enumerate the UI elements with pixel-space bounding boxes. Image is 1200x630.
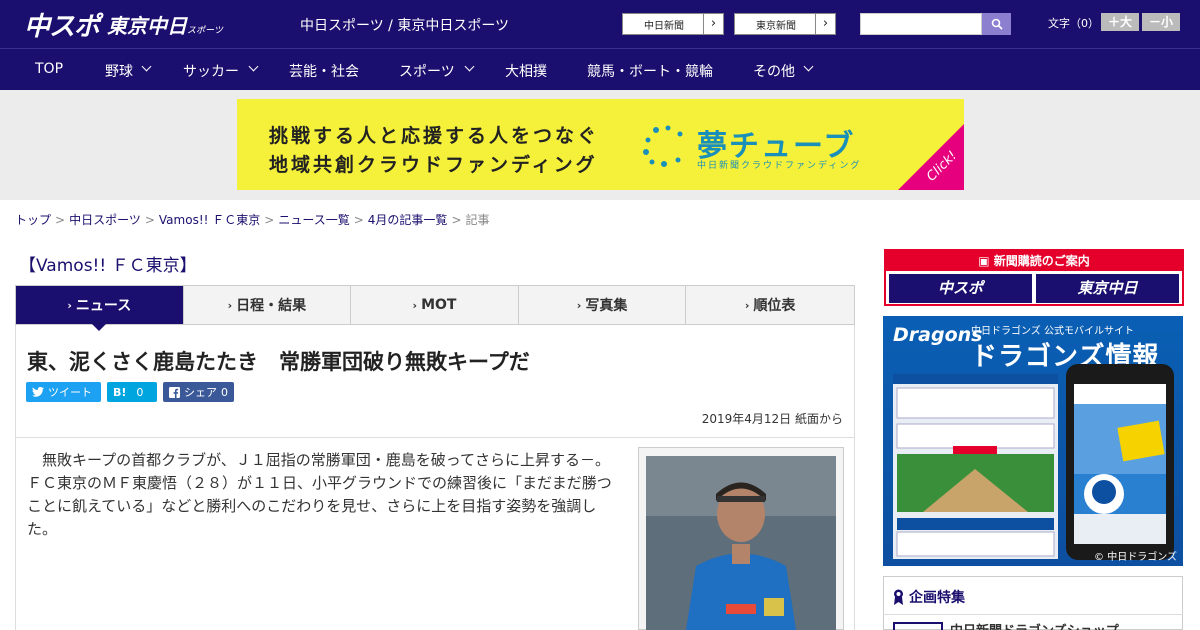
dragons-logo: Dragons: [893, 324, 983, 346]
font-smaller-button[interactable]: －小: [1142, 13, 1180, 31]
hatena-icon: B!: [113, 385, 127, 399]
chevron-right-icon: ›: [67, 298, 72, 312]
breadcrumb-april-list[interactable]: 4月の記事一覧: [368, 213, 448, 227]
chevron-down-icon: [141, 61, 152, 72]
chevron-right-icon: ›: [744, 298, 750, 312]
breadcrumb-top[interactable]: トップ: [15, 213, 51, 227]
nav-top[interactable]: TOP: [35, 61, 63, 77]
chevron-down-icon: [803, 61, 814, 72]
chevron-right-icon: ›: [576, 298, 582, 312]
nav-entertainment[interactable]: 芸能・社会: [289, 61, 359, 81]
tweet-button[interactable]: ツイート: [26, 382, 101, 402]
font-larger-button[interactable]: ＋大: [1101, 13, 1139, 31]
chevron-right-icon: ›: [412, 298, 418, 312]
section-tabs: › ニュース › 日程・結果 › MOT › 写真集 › 順位表: [15, 285, 855, 331]
font-size-label: 文字（0）: [1048, 17, 1099, 30]
nav-sports[interactable]: スポーツ: [399, 61, 455, 81]
dots-icon: [643, 125, 683, 167]
phone-mockup: [1066, 364, 1174, 560]
ribbon-icon: [894, 589, 903, 605]
subscription-box[interactable]: ▣ 新聞購読のご案内 中スポ 東京中日: [884, 249, 1184, 306]
shop-thumbnail[interactable]: [893, 622, 943, 630]
newspaper-icon: ▣: [978, 254, 994, 268]
article-date: 2019年4月12日 紙面から: [701, 412, 843, 426]
subscription-header: ▣ 新聞購読のご案内: [886, 251, 1182, 271]
dragons-copyright: © 中日ドラゴンズ: [1094, 552, 1177, 563]
tokyo-shimbun-link[interactable]: 東京新聞 ›: [734, 13, 836, 35]
nav-sumo[interactable]: 大相撲: [505, 61, 547, 81]
dragons-ad-subtitle: 中日ドラゴンズ 公式モバイルサイト: [971, 326, 1134, 337]
chevron-down-icon: [248, 61, 259, 72]
nav-other[interactable]: その他: [753, 61, 795, 81]
facebook-icon: [169, 386, 180, 398]
dragons-mobile-ad[interactable]: Dragons 中日ドラゴンズ 公式モバイルサイト ドラゴンズ情報 © 中日ドラ…: [883, 316, 1183, 566]
logo-chuspo: 中スポ: [24, 11, 100, 42]
breadcrumb: トップ > 中日スポーツ > Vamos!! ＦＣ東京 > ニュース一覧 >4月の記事一覧 > 記…: [15, 213, 490, 227]
chunichi-shimbun-link[interactable]: 中日新聞 ›: [622, 13, 724, 35]
crowdfunding-banner[interactable]: 挑戦する人と応援する人をつなぐ 地域共創クラウドファンディング 夢チューブ 中日…: [237, 99, 964, 190]
section-title[interactable]: 【Vamos!! ＦＣ東京】: [19, 251, 197, 276]
breadcrumb-news-list[interactable]: ニュース一覧: [278, 213, 349, 227]
search-icon: [991, 18, 1003, 30]
dragons-shop-link[interactable]: 中日新聞ドラゴンズショップ: [950, 620, 1119, 630]
facebook-share-button[interactable]: シェア 0: [163, 382, 234, 402]
scoreboard-screenshot: [893, 374, 1058, 559]
logo-tokyo-chunichi: 東京中日スポーツ: [107, 13, 223, 38]
subscribe-tokyo-chunichi-button[interactable]: 東京中日: [1036, 274, 1179, 303]
main-nav: TOP 野球 サッカー 芸能・社会 スポーツ 大相撲 競馬・ボート・競輪 その他: [0, 48, 1200, 90]
breadcrumb-current: 記事: [465, 213, 490, 227]
search-button[interactable]: [982, 13, 1011, 35]
banner-brand-sub: 中日新聞クラウドファンディング: [697, 161, 862, 171]
divider: [883, 614, 1183, 615]
nav-baseball[interactable]: 野球: [105, 61, 133, 81]
banner-line-2: 地域共創クラウドファンディング: [269, 154, 598, 176]
chevron-right-icon: ›: [703, 14, 723, 34]
banner-line-1: 挑戦する人と応援する人をつなぐ: [269, 125, 600, 147]
article-body: 無敗キープの首都クラブが、Ｊ１屈指の常勝軍団・鹿島を破ってさらに上昇する－。ＦＣ…: [27, 451, 612, 538]
hatena-bookmark-button[interactable]: B! 0: [107, 382, 157, 402]
tab-schedule[interactable]: › 日程・結果: [184, 286, 352, 324]
chevron-right-icon: ›: [227, 298, 233, 312]
tab-standings[interactable]: › 順位表: [686, 286, 854, 324]
nav-soccer[interactable]: サッカー: [183, 61, 239, 81]
article-photo[interactable]: [646, 456, 836, 630]
breadcrumb-chuspo[interactable]: 中日スポーツ: [69, 213, 141, 227]
subscribe-chuspo-button[interactable]: 中スポ: [889, 274, 1032, 303]
tab-photos[interactable]: › 写真集: [519, 286, 687, 324]
site-title: 中日スポーツ / 東京中日スポーツ: [300, 18, 510, 34]
tab-mot[interactable]: › MOT: [351, 286, 519, 324]
breadcrumb-fc-tokyo[interactable]: Vamos!! ＦＣ東京: [159, 213, 260, 227]
twitter-icon: [32, 387, 44, 397]
nav-keiba[interactable]: 競馬・ボート・競輪: [587, 61, 713, 81]
chevron-right-icon: ›: [815, 14, 835, 34]
divider: [15, 437, 855, 438]
tab-news[interactable]: › ニュース: [16, 286, 184, 331]
header-bar: 中スポ 東京中日スポーツ 中日スポーツ / 東京中日スポーツ 中日新聞 › 東京…: [0, 0, 1200, 48]
player-photo-image: [646, 456, 836, 630]
site-logo[interactable]: 中スポ 東京中日スポーツ: [24, 8, 223, 42]
chevron-down-icon: [464, 61, 475, 72]
special-features-title: 企画特集: [893, 587, 965, 607]
search-input[interactable]: [860, 13, 982, 35]
article-headline: 東、泥くさく鹿島たたき 常勝軍団破り無敗キープだ: [27, 350, 530, 374]
